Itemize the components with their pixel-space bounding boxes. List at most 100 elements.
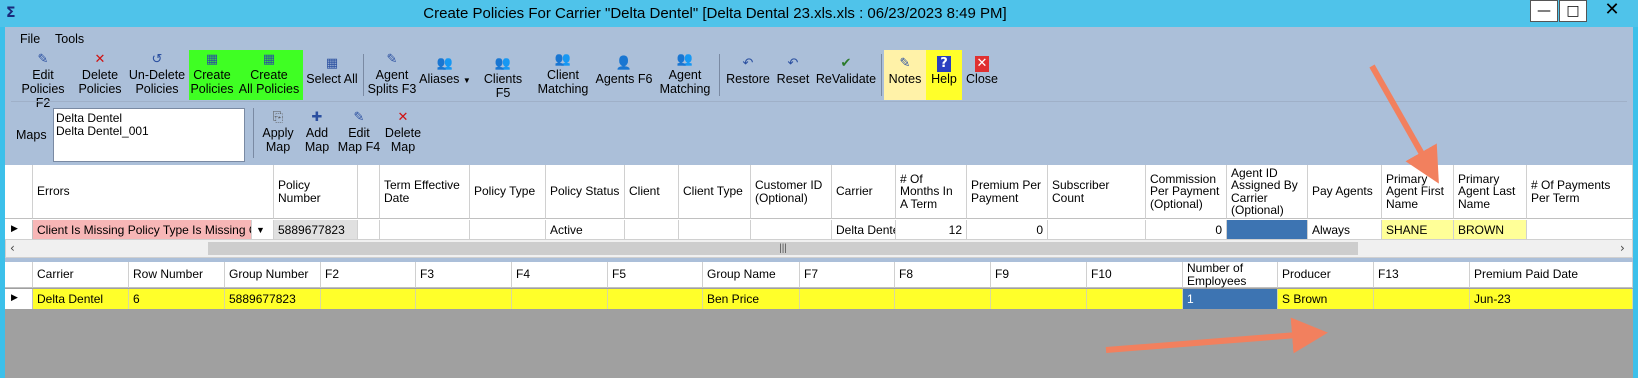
column-header[interactable]: Commission Per Payment (Optional) bbox=[1146, 165, 1227, 219]
group-name-cell[interactable]: Ben Price bbox=[703, 289, 800, 309]
column-header[interactable]: Premium Paid Date bbox=[1470, 262, 1633, 288]
column-header[interactable]: F5 bbox=[608, 262, 703, 288]
term-date-cell[interactable] bbox=[380, 220, 470, 240]
agent-splits-button[interactable]: ✎ Agent Splits F3 bbox=[367, 50, 417, 100]
column-header[interactable]: Term Effective Date bbox=[380, 165, 470, 219]
client-matching-button[interactable]: 👥 Client Matching bbox=[533, 50, 593, 100]
column-header[interactable]: F13 bbox=[1374, 262, 1470, 288]
paid-date-cell[interactable]: Jun-23 bbox=[1470, 289, 1633, 309]
client-cell[interactable] bbox=[625, 220, 679, 240]
horizontal-scrollbar[interactable]: ‹ ||| › bbox=[5, 239, 1633, 258]
column-header[interactable]: Subscriber Count bbox=[1048, 165, 1146, 219]
add-map-button[interactable]: ✚ Add Map bbox=[299, 108, 335, 158]
column-header[interactable]: # Of Payments Per Term bbox=[1527, 165, 1633, 219]
months-cell[interactable]: 12 bbox=[896, 220, 967, 240]
column-header[interactable]: Errors bbox=[33, 165, 274, 219]
menu-file[interactable]: File bbox=[20, 32, 40, 46]
agents-button[interactable]: 👤 Agents F6 bbox=[595, 50, 653, 100]
producer-cell[interactable]: S Brown bbox=[1278, 289, 1374, 309]
agent-id-cell[interactable] bbox=[1227, 220, 1308, 240]
employees-cell[interactable]: 1 bbox=[1183, 289, 1278, 309]
row-selector-icon[interactable]: ▶ bbox=[5, 289, 33, 309]
column-header[interactable]: Carrier bbox=[33, 262, 129, 288]
notes-button[interactable]: ✎ Notes bbox=[884, 50, 926, 100]
select-all-button[interactable]: ▦ Select All bbox=[305, 50, 359, 100]
menu-tools[interactable]: Tools bbox=[55, 32, 84, 46]
carrier-cell[interactable]: Delta Dentel bbox=[33, 289, 129, 309]
table-cell[interactable] bbox=[991, 289, 1087, 309]
table-cell[interactable] bbox=[512, 289, 608, 309]
aliases-button[interactable]: 👥 Aliases ▼ bbox=[419, 50, 471, 100]
table-cell[interactable] bbox=[358, 220, 380, 240]
row-number-cell[interactable]: 6 bbox=[129, 289, 225, 309]
maximize-button[interactable]: □ bbox=[1559, 0, 1587, 22]
table-cell[interactable] bbox=[1087, 289, 1183, 309]
first-name-cell[interactable]: SHANE bbox=[1382, 220, 1454, 240]
scroll-right-icon[interactable]: › bbox=[1620, 241, 1625, 255]
column-header[interactable]: F2 bbox=[321, 262, 416, 288]
scrollbar-thumb[interactable]: ||| bbox=[208, 242, 1358, 255]
errors-dropdown-button[interactable]: ▼ bbox=[252, 220, 274, 240]
reset-button[interactable]: ↶ Reset bbox=[773, 50, 813, 100]
column-header[interactable]: Client bbox=[625, 165, 679, 219]
customer-id-cell[interactable] bbox=[751, 220, 832, 240]
column-header[interactable]: Pay Agents bbox=[1308, 165, 1382, 219]
pay-agents-cell[interactable]: Always bbox=[1308, 220, 1382, 240]
maps-list[interactable]: Delta Dentel Delta Dentel_001 bbox=[53, 108, 245, 162]
clients-button[interactable]: 👥 Clients F5 bbox=[475, 50, 531, 100]
column-header[interactable]: Policy Number bbox=[274, 165, 358, 219]
column-header[interactable]: # Of Months In A Term bbox=[896, 165, 967, 219]
help-button[interactable]: ? Help bbox=[926, 50, 962, 100]
undelete-policies-button[interactable]: ↺ Un-Delete Policies bbox=[127, 50, 187, 100]
column-header[interactable]: Group Name bbox=[703, 262, 800, 288]
column-header[interactable]: Number of Employees bbox=[1183, 262, 1278, 288]
column-header[interactable]: F9 bbox=[991, 262, 1087, 288]
column-header[interactable]: F10 bbox=[1087, 262, 1183, 288]
column-header[interactable]: F4 bbox=[512, 262, 608, 288]
table-cell[interactable] bbox=[321, 289, 416, 309]
close-window-button[interactable]: ✕ bbox=[1588, 0, 1636, 22]
column-header[interactable]: Row Number bbox=[129, 262, 225, 288]
column-header[interactable]: Policy Type bbox=[470, 165, 546, 219]
payments-cell[interactable] bbox=[1527, 220, 1633, 240]
table-cell[interactable] bbox=[895, 289, 991, 309]
apply-map-button[interactable]: ⎘ Apply Map bbox=[257, 108, 299, 158]
table-row[interactable]: ▶ Delta Dentel 6 5889677823 Ben Price 1 … bbox=[5, 289, 1633, 309]
map-item[interactable]: Delta Dentel_001 bbox=[56, 125, 242, 138]
column-header[interactable]: Primary Agent First Name bbox=[1382, 165, 1454, 219]
column-header[interactable]: Customer ID (Optional) bbox=[751, 165, 832, 219]
delete-map-button[interactable]: ✕ Delete Map bbox=[383, 108, 423, 158]
last-name-cell[interactable]: BROWN bbox=[1454, 220, 1527, 240]
column-header[interactable]: F3 bbox=[416, 262, 512, 288]
policy-type-cell[interactable] bbox=[470, 220, 546, 240]
column-header[interactable]: Agent ID Assigned By Carrier (Optional) bbox=[1227, 165, 1308, 219]
commission-cell[interactable]: 0 bbox=[1146, 220, 1227, 240]
table-cell[interactable] bbox=[416, 289, 512, 309]
client-type-cell[interactable] bbox=[679, 220, 751, 240]
errors-cell[interactable]: Client Is Missing Policy Type Is Missing… bbox=[33, 220, 252, 240]
minimize-button[interactable]: — bbox=[1530, 0, 1558, 22]
edit-policies-button[interactable]: ✎ Edit Policies F2 bbox=[15, 50, 71, 110]
revalidate-button[interactable]: ✔ ReValidate bbox=[815, 50, 877, 100]
premium-cell[interactable]: 0 bbox=[967, 220, 1048, 240]
policy-number-cell[interactable]: 5889677823 bbox=[274, 220, 358, 240]
row-selector-icon[interactable]: ▶ bbox=[5, 220, 33, 240]
column-header[interactable]: Group Number bbox=[225, 262, 321, 288]
policy-status-cell[interactable]: Active bbox=[546, 220, 625, 240]
subscriber-count-cell[interactable] bbox=[1048, 220, 1146, 240]
carrier-cell[interactable]: Delta Dentel bbox=[832, 220, 896, 240]
delete-policies-button[interactable]: ✕ Delete Policies bbox=[75, 50, 125, 100]
column-header[interactable]: Policy Status bbox=[546, 165, 625, 219]
column-header[interactable]: Client Type bbox=[679, 165, 751, 219]
table-cell[interactable] bbox=[608, 289, 703, 309]
create-policies-button[interactable]: ▦ Create Policies bbox=[189, 50, 235, 100]
agent-matching-button[interactable]: 👥 Agent Matching bbox=[655, 50, 715, 100]
column-header[interactable]: Carrier bbox=[832, 165, 896, 219]
create-all-policies-button[interactable]: ▦ Create All Policies bbox=[235, 50, 303, 100]
column-header[interactable]: Primary Agent Last Name bbox=[1454, 165, 1527, 219]
column-header[interactable] bbox=[358, 165, 380, 219]
scroll-left-icon[interactable]: ‹ bbox=[10, 241, 15, 255]
group-number-cell[interactable]: 5889677823 bbox=[225, 289, 321, 309]
close-button[interactable]: ✕ Close bbox=[964, 50, 1000, 100]
table-cell[interactable] bbox=[1374, 289, 1470, 309]
